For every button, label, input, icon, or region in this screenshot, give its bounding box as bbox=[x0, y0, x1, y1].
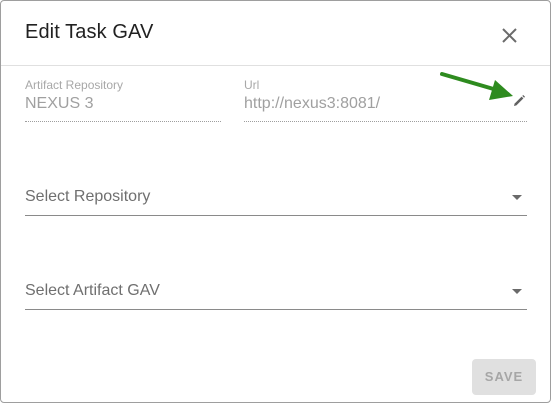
select-artifact-gav-dropdown[interactable]: Select Artifact GAV bbox=[25, 277, 527, 310]
select-artifact-gav-placeholder: Select Artifact GAV bbox=[25, 282, 160, 299]
edit-url-button[interactable] bbox=[511, 93, 527, 109]
artifact-repository-label: Artifact Repository bbox=[25, 78, 124, 92]
url-label: Url bbox=[244, 78, 260, 92]
green-arrow-icon bbox=[440, 72, 513, 100]
dialog-title: Edit Task GAV bbox=[25, 21, 154, 43]
select-repository-placeholder: Select Repository bbox=[25, 188, 151, 205]
close-icon bbox=[502, 28, 517, 43]
select-repository-dropdown[interactable]: Select Repository bbox=[25, 183, 527, 216]
edit-task-gav-dialog: Edit Task GAV Artifact Repository NEXUS … bbox=[0, 0, 551, 403]
artifact-repository-underline bbox=[25, 121, 221, 122]
artifact-repository-field: Artifact Repository NEXUS 3 bbox=[25, 78, 221, 122]
url-value: http://nexus3:8081/ bbox=[244, 95, 381, 112]
close-button[interactable] bbox=[495, 21, 523, 49]
pencil-icon bbox=[514, 95, 525, 106]
caret-down-icon bbox=[512, 289, 522, 294]
caret-down-icon bbox=[512, 195, 522, 200]
save-button[interactable]: SAVE bbox=[472, 359, 536, 395]
dialog-header: Edit Task GAV bbox=[1, 1, 550, 66]
artifact-repository-value: NEXUS 3 bbox=[25, 95, 94, 112]
url-underline bbox=[244, 121, 527, 122]
